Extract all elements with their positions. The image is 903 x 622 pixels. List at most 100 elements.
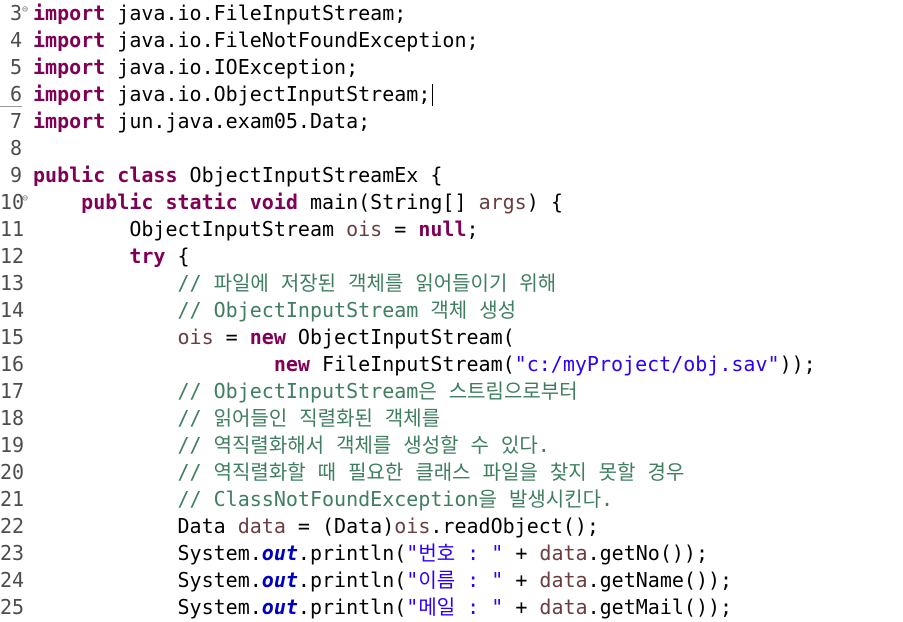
code-text: public class ObjectInputStreamEx { [33, 162, 442, 189]
code-token: System. [33, 568, 262, 592]
code-line[interactable]: 17 // ObjectInputStream은 스트림으로부터 [0, 378, 903, 405]
code-token: static [165, 190, 238, 214]
code-token: // 역직렬화할 때 필요한 클래스 파일을 찾지 못할 경우 [177, 460, 685, 484]
code-token: ObjectInputStream [33, 217, 347, 241]
code-token: .readObject(); [430, 514, 599, 538]
code-line[interactable]: 9 public class ObjectInputStreamEx { [0, 162, 903, 189]
code-token: import [33, 55, 106, 79]
code-line[interactable]: 3 ⊖ import java.io.FileInputStream; [0, 0, 903, 27]
code-token: "메일 : " [406, 595, 504, 619]
code-token: + [503, 568, 540, 592]
code-text: // 파일에 저장된 객체를 읽어들이기 위해 [33, 270, 557, 297]
line-number: 13 [0, 271, 25, 295]
line-number: 16 [0, 352, 25, 376]
code-line[interactable]: 6 import java.io.ObjectInputStream; [0, 81, 903, 108]
code-token: ois [394, 514, 431, 538]
code-token: Data [33, 514, 238, 538]
code-token: out [261, 595, 298, 619]
code-token: import [33, 28, 106, 52]
code-line[interactable]: 19 // 역직렬화해서 객체를 생성할 수 있다. [0, 432, 903, 459]
code-line[interactable]: 20 // 역직렬화할 때 필요한 클래스 파일을 찾지 못할 경우 [0, 459, 903, 486]
code-text: import java.io.FileInputStream; [33, 0, 406, 27]
code-token: // ObjectInputStream은 스트림으로부터 [177, 379, 578, 403]
line-number: 21 [0, 487, 25, 511]
code-text: Data data = (Data)ois.readObject(); [33, 513, 599, 540]
code-token: )); [779, 352, 816, 376]
line-number: 12 [0, 244, 25, 268]
code-line[interactable]: 21 // ClassNotFoundException을 발생시킨다. [0, 486, 903, 513]
code-text: // ClassNotFoundException을 발생시킨다. [33, 486, 614, 513]
code-line[interactable]: 12 try { [0, 243, 903, 270]
code-token: class [117, 163, 178, 187]
code-token: = (Data) [285, 514, 395, 538]
code-token: out [261, 541, 298, 565]
code-line[interactable]: 7 import jun.java.exam05.Data; [0, 108, 903, 135]
code-token: System. [33, 541, 262, 565]
code-line[interactable]: 4 import java.io.FileNotFoundException; [0, 27, 903, 54]
fold-toggle-icon[interactable]: ⊖ [22, 0, 28, 20]
code-token: java.io.FileNotFoundException; [105, 28, 479, 52]
code-line[interactable]: 14 // ObjectInputStream 객체 생성 [0, 297, 903, 324]
code-line[interactable]: 22 Data data = (Data)ois.readObject(); [0, 513, 903, 540]
code-text: ObjectInputStream ois = null; [33, 216, 479, 243]
code-text: public static void main(String[] args) { [33, 189, 563, 216]
line-number: 10 [0, 190, 25, 214]
code-text: // 역직렬화해서 객체를 생성할 수 있다. [33, 432, 550, 459]
code-line[interactable]: 8 [0, 135, 903, 162]
code-line[interactable]: 5 import java.io.IOException; [0, 54, 903, 81]
code-token: .getNo()); [587, 541, 709, 565]
line-number: 14 [0, 298, 25, 322]
code-line[interactable]: 25 System.out.println("메일 : " + data.get… [0, 594, 903, 621]
code-token: FileInputStream( [309, 352, 515, 376]
code-token: try [129, 244, 166, 268]
current-line-marker [0, 106, 22, 107]
code-text: try { [33, 243, 190, 270]
code-line[interactable]: 11 ObjectInputStream ois = null; [0, 216, 903, 243]
line-number: 6 [9, 82, 22, 106]
line-number: 3 [9, 1, 22, 25]
fold-toggle-icon[interactable]: ⊖ [22, 189, 28, 209]
code-token: "이름 : " [406, 568, 504, 592]
code-token: args [478, 190, 527, 214]
line-number: 22 [0, 514, 25, 538]
code-token: // 역직렬화해서 객체를 생성할 수 있다. [177, 433, 550, 457]
code-token: .getMail()); [587, 595, 733, 619]
code-text: ois = new ObjectInputStream( [33, 324, 515, 351]
code-line[interactable]: 10 ⊖ public static void main(String[] arg… [0, 189, 903, 216]
code-line[interactable]: 18 // 읽어들인 직렬화된 객체를 [0, 405, 903, 432]
code-token: // 파일에 저장된 객체를 읽어들이기 위해 [177, 271, 557, 295]
code-token: out [261, 568, 298, 592]
code-text: // 역직렬화할 때 필요한 클래스 파일을 찾지 못할 경우 [33, 459, 685, 486]
code-token: java.io.ObjectInputStream; [105, 82, 431, 106]
code-token: data [237, 514, 286, 538]
code-line[interactable]: 13 // 파일에 저장된 객체를 읽어들이기 위해 [0, 270, 903, 297]
code-text: // ObjectInputStream 객체 생성 [33, 297, 517, 324]
code-token: import [33, 82, 106, 106]
code-token: { [165, 244, 190, 268]
code-token: ; [466, 217, 479, 241]
code-token: public [81, 190, 154, 214]
code-token: System. [33, 595, 262, 619]
code-line[interactable]: 15 ois = new ObjectInputStream( [0, 324, 903, 351]
code-text: // ObjectInputStream은 스트림으로부터 [33, 378, 578, 405]
line-number: 11 [0, 217, 25, 241]
code-token: ois [346, 217, 383, 241]
code-line[interactable]: 23 System.out.println("번호 : " + data.get… [0, 540, 903, 567]
code-line[interactable]: 24 System.out.println("이름 : " + data.get… [0, 567, 903, 594]
code-token: + [503, 541, 540, 565]
code-token: "c:/myProject/obj.sav" [514, 352, 780, 376]
line-number: 24 [0, 568, 25, 592]
line-number: 25 [0, 595, 25, 619]
code-token: data [539, 568, 588, 592]
code-token: import [33, 109, 106, 133]
code-token: java.io.IOException; [105, 55, 359, 79]
code-line[interactable]: 16 new FileInputStream("c:/myProject/obj… [0, 351, 903, 378]
code-editor[interactable]: 3 ⊖ import java.io.FileInputStream; 4 import… [0, 0, 903, 622]
code-token: // ObjectInputStream 객체 생성 [177, 298, 517, 322]
